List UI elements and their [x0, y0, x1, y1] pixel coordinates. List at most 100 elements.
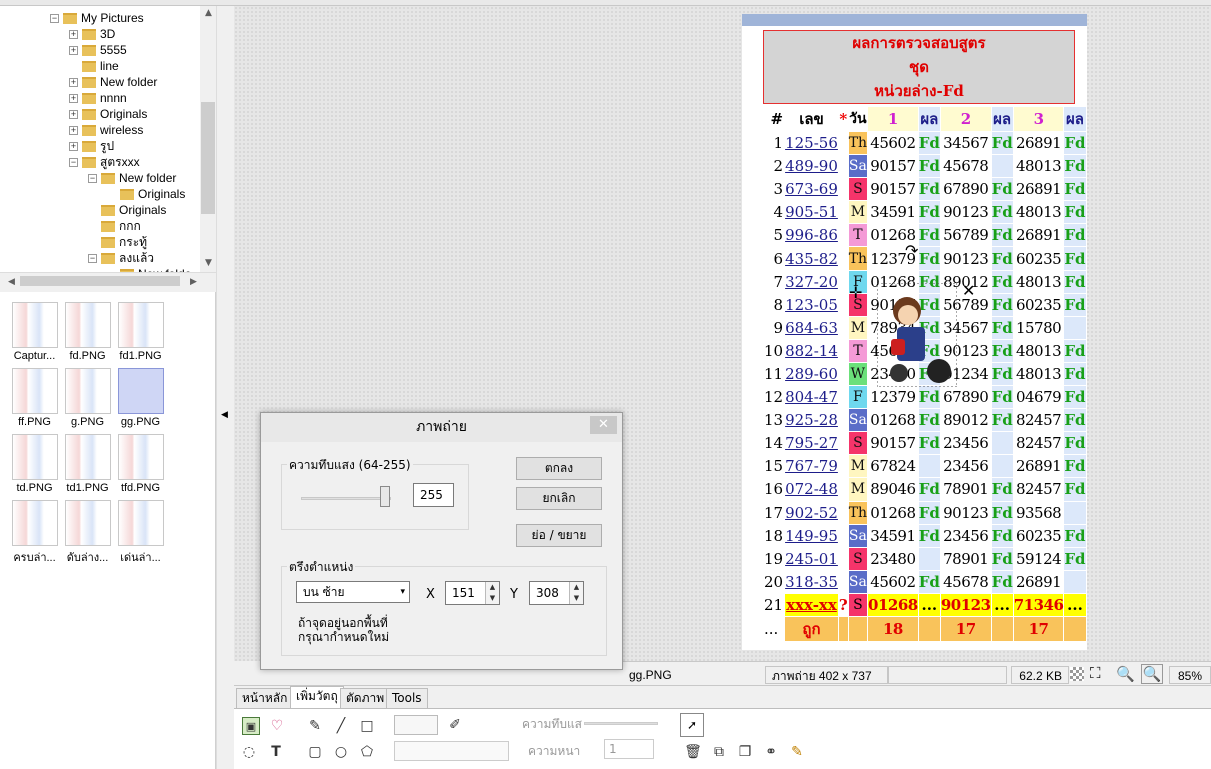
resize-button[interactable]: ย่อ / ขยาย [516, 524, 602, 547]
rectangle-icon[interactable]: □ [358, 717, 376, 735]
expand-toggle-icon[interactable]: + [69, 78, 78, 88]
tree-item[interactable]: Originals [107, 186, 185, 202]
scroll-down-icon[interactable]: ▼ [205, 258, 212, 268]
collapse-arrow-icon[interactable]: ◀ [221, 410, 228, 420]
tree-item[interactable]: − My Pictures [50, 10, 144, 26]
thickness-input[interactable]: 1 [604, 739, 654, 759]
scroll-left-icon[interactable]: ◀ [8, 277, 15, 287]
panel-splitter[interactable]: ◀ [216, 6, 234, 769]
expand-toggle-icon[interactable]: − [88, 254, 97, 264]
freehand-icon[interactable]: ✎ [306, 717, 324, 735]
tree-hscroll-thumb[interactable] [20, 276, 180, 286]
tab-add-object[interactable]: เพิ่มวัตถุ [290, 686, 344, 709]
opacity-track[interactable] [301, 497, 391, 500]
tree-item[interactable]: + New folder [69, 74, 157, 90]
copy-icon[interactable]: ❐ [736, 743, 754, 761]
status-zoom[interactable]: 85% [1169, 666, 1211, 684]
expand-toggle-icon[interactable]: + [69, 46, 78, 56]
tree-scroll-thumb[interactable] [201, 102, 215, 214]
trash-icon[interactable]: 🗑 [684, 743, 702, 761]
tree-item[interactable]: +3D [69, 26, 115, 42]
speech-bubble-icon[interactable]: ◌ [240, 743, 258, 761]
tree-item[interactable]: กระทู้ [88, 234, 147, 250]
expand-toggle-icon[interactable]: + [69, 110, 78, 120]
scroll-right-icon[interactable]: ▶ [190, 277, 197, 287]
insert-image-icon[interactable]: ▣ [242, 717, 260, 735]
row-day: Sa [847, 523, 869, 548]
thumbnail-item[interactable]: td.PNG [8, 434, 61, 494]
expand-toggle-icon[interactable]: − [50, 14, 59, 24]
cancel-button[interactable]: ยกเลิก [516, 487, 602, 510]
select-pointer-icon[interactable]: ➚ [680, 713, 704, 737]
thumbnail-item[interactable]: ดับล่าง... [61, 500, 114, 566]
text-tool-icon[interactable]: T [267, 743, 285, 761]
x-input[interactable]: 151 ▲ ▼ [445, 581, 500, 605]
opacity-input[interactable]: 255 [413, 483, 454, 507]
expand-toggle-icon[interactable]: + [69, 142, 78, 152]
ellipse-icon[interactable]: ○ [332, 743, 350, 761]
thumbnail-item[interactable]: ff.PNG [8, 368, 61, 428]
opacity-slider-thumb[interactable] [380, 486, 390, 507]
thumbnail-item[interactable]: fd.PNG [61, 302, 114, 362]
transparency-icon[interactable] [1070, 667, 1084, 681]
polygon-icon[interactable]: ⬠ [358, 743, 376, 761]
x-spinner-icon[interactable]: ▲ ▼ [485, 582, 499, 604]
expand-toggle-icon[interactable]: − [69, 158, 78, 168]
tree-item[interactable]: − สูตรxxx [69, 154, 140, 170]
tree-item[interactable]: + Originals [69, 106, 147, 122]
tree-item[interactable]: + wireless [69, 122, 143, 138]
tab-tools[interactable]: Tools [386, 688, 428, 708]
thumbnail-item[interactable]: เด่นล่า... [114, 500, 167, 566]
y-spinner-icon[interactable]: ▲ ▼ [569, 582, 583, 604]
zoom-fit-icon[interactable]: 🔍 [1141, 664, 1163, 684]
thumbnail-item[interactable]: td1.PNG [61, 434, 114, 494]
overlay-sticker[interactable] [877, 283, 957, 387]
opacity-slider[interactable] [584, 722, 658, 725]
thumbnail-item[interactable]: fd1.PNG [114, 302, 167, 362]
expand-toggle-icon[interactable]: + [69, 30, 78, 40]
tree-item[interactable]: − New folder [88, 170, 176, 186]
tree-item[interactable]: + nnnn [69, 90, 127, 106]
zoom-actual-icon[interactable]: 🔍 [1116, 665, 1135, 683]
tree-item[interactable]: Originals [88, 202, 166, 218]
rename-icon[interactable]: ✎ [788, 743, 806, 761]
expand-toggle-icon[interactable]: + [69, 126, 78, 136]
tree-item[interactable]: +5555 [69, 42, 127, 58]
expand-toggle-icon[interactable]: + [69, 94, 78, 104]
delete-handle-icon[interactable]: ✕ [962, 281, 975, 300]
expand-toggle-icon[interactable]: − [88, 174, 97, 184]
row-number: 123-05 [784, 292, 839, 317]
line-icon[interactable]: ╱ [332, 717, 350, 735]
tree-item[interactable]: − ลงแล้ว [88, 250, 154, 266]
footer-res3 [1063, 615, 1087, 642]
eyedropper-icon[interactable]: ✐ [446, 716, 464, 734]
duplicate-icon[interactable]: ⧉ [710, 743, 728, 761]
thumbnail-item[interactable]: gg.PNG [114, 368, 167, 428]
y-input[interactable]: 308 ▲ ▼ [529, 581, 584, 605]
tree-item[interactable]: กกก [88, 218, 141, 234]
position-dropdown[interactable]: บน ซ้าย ▾ [296, 581, 410, 603]
thumbnail-item[interactable]: tfd.PNG [114, 434, 167, 494]
folder-tree[interactable]: − My Pictures +3D +5555 line + New folder + nnnn… [0, 6, 216, 272]
color-picker[interactable] [394, 715, 438, 735]
move-handle-icon[interactable]: ✛ [849, 283, 862, 302]
rounded-rect-icon[interactable]: ▢ [306, 743, 324, 761]
insert-sticker-icon[interactable]: ♡ [268, 717, 286, 735]
thumbnail-item[interactable]: g.PNG [61, 368, 114, 428]
dialog-close-button[interactable]: ✕ [590, 416, 617, 434]
tab-home[interactable]: หน้าหลัก [236, 688, 294, 708]
row-result-3: ... [1063, 592, 1087, 617]
tab-crop[interactable]: ตัดภาพ [340, 688, 391, 708]
thumbnail-item[interactable]: ครบล่า... [8, 500, 61, 566]
thumbnail-item[interactable]: Captur... [8, 302, 61, 362]
ok-button[interactable]: ตกลง [516, 457, 602, 480]
tree-item[interactable]: line [69, 58, 119, 74]
fit-screen-icon[interactable]: ⛶ [1090, 665, 1101, 682]
row-day: Sa [847, 154, 869, 179]
style-dropdown[interactable] [394, 741, 509, 761]
tree-item[interactable]: + รูป [69, 138, 114, 154]
group-icon[interactable]: ⚭ [762, 743, 780, 761]
scroll-up-icon[interactable]: ▲ [205, 8, 212, 18]
table-row-pending: 21 xxx-xx? S 01268... 90123... 71346... [762, 592, 1087, 617]
rotate-handle-icon[interactable]: ↷ [905, 241, 918, 260]
